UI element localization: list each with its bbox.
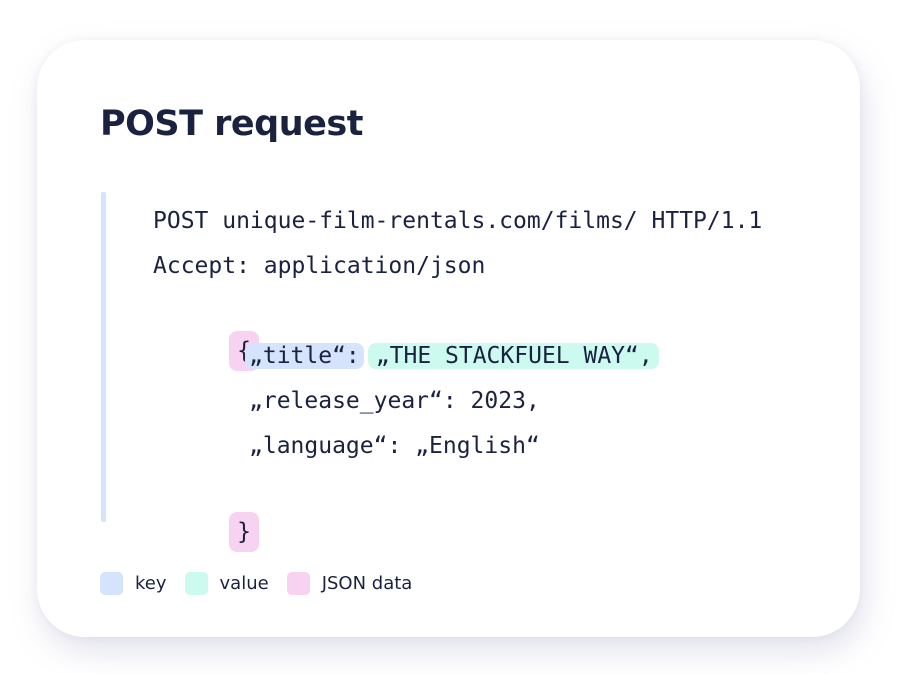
legend-label-json-data: JSON data <box>321 572 413 594</box>
title-value: „THE STACKFUEL WAY“, <box>367 343 659 369</box>
language-line: „language“: „English“ <box>249 433 540 459</box>
title-key: „title“: <box>245 343 364 369</box>
request-line: POST unique-film-rentals.com/films/ HTTP… <box>153 208 763 234</box>
legend-swatch-key <box>100 571 123 595</box>
code-block: POST unique-film-rentals.com/films/ HTTP… <box>101 192 841 552</box>
close-brace: } <box>229 512 260 552</box>
post-request-card: POST request POST unique-film-rentals.co… <box>37 40 860 637</box>
release-year-line: „release_year“: 2023, <box>249 388 540 414</box>
legend-item-value: value <box>184 571 269 595</box>
legend-item-json-data: JSON data <box>286 571 413 595</box>
legend-label-key: key <box>135 572 167 594</box>
legend-item-key: key <box>100 571 167 595</box>
open-brace-line: { <box>146 291 260 411</box>
card-title: POST request <box>100 104 363 144</box>
code-block-accent-bar <box>101 192 106 522</box>
legend: key value JSON data <box>100 571 430 595</box>
accept-header-line: Accept: application/json <box>153 253 486 279</box>
legend-swatch-value <box>184 571 208 595</box>
legend-swatch-json-data <box>286 571 310 595</box>
title-pair-line: „title“: „THE STACKFUEL WAY“, <box>245 336 659 376</box>
legend-label-value: value <box>219 572 269 594</box>
